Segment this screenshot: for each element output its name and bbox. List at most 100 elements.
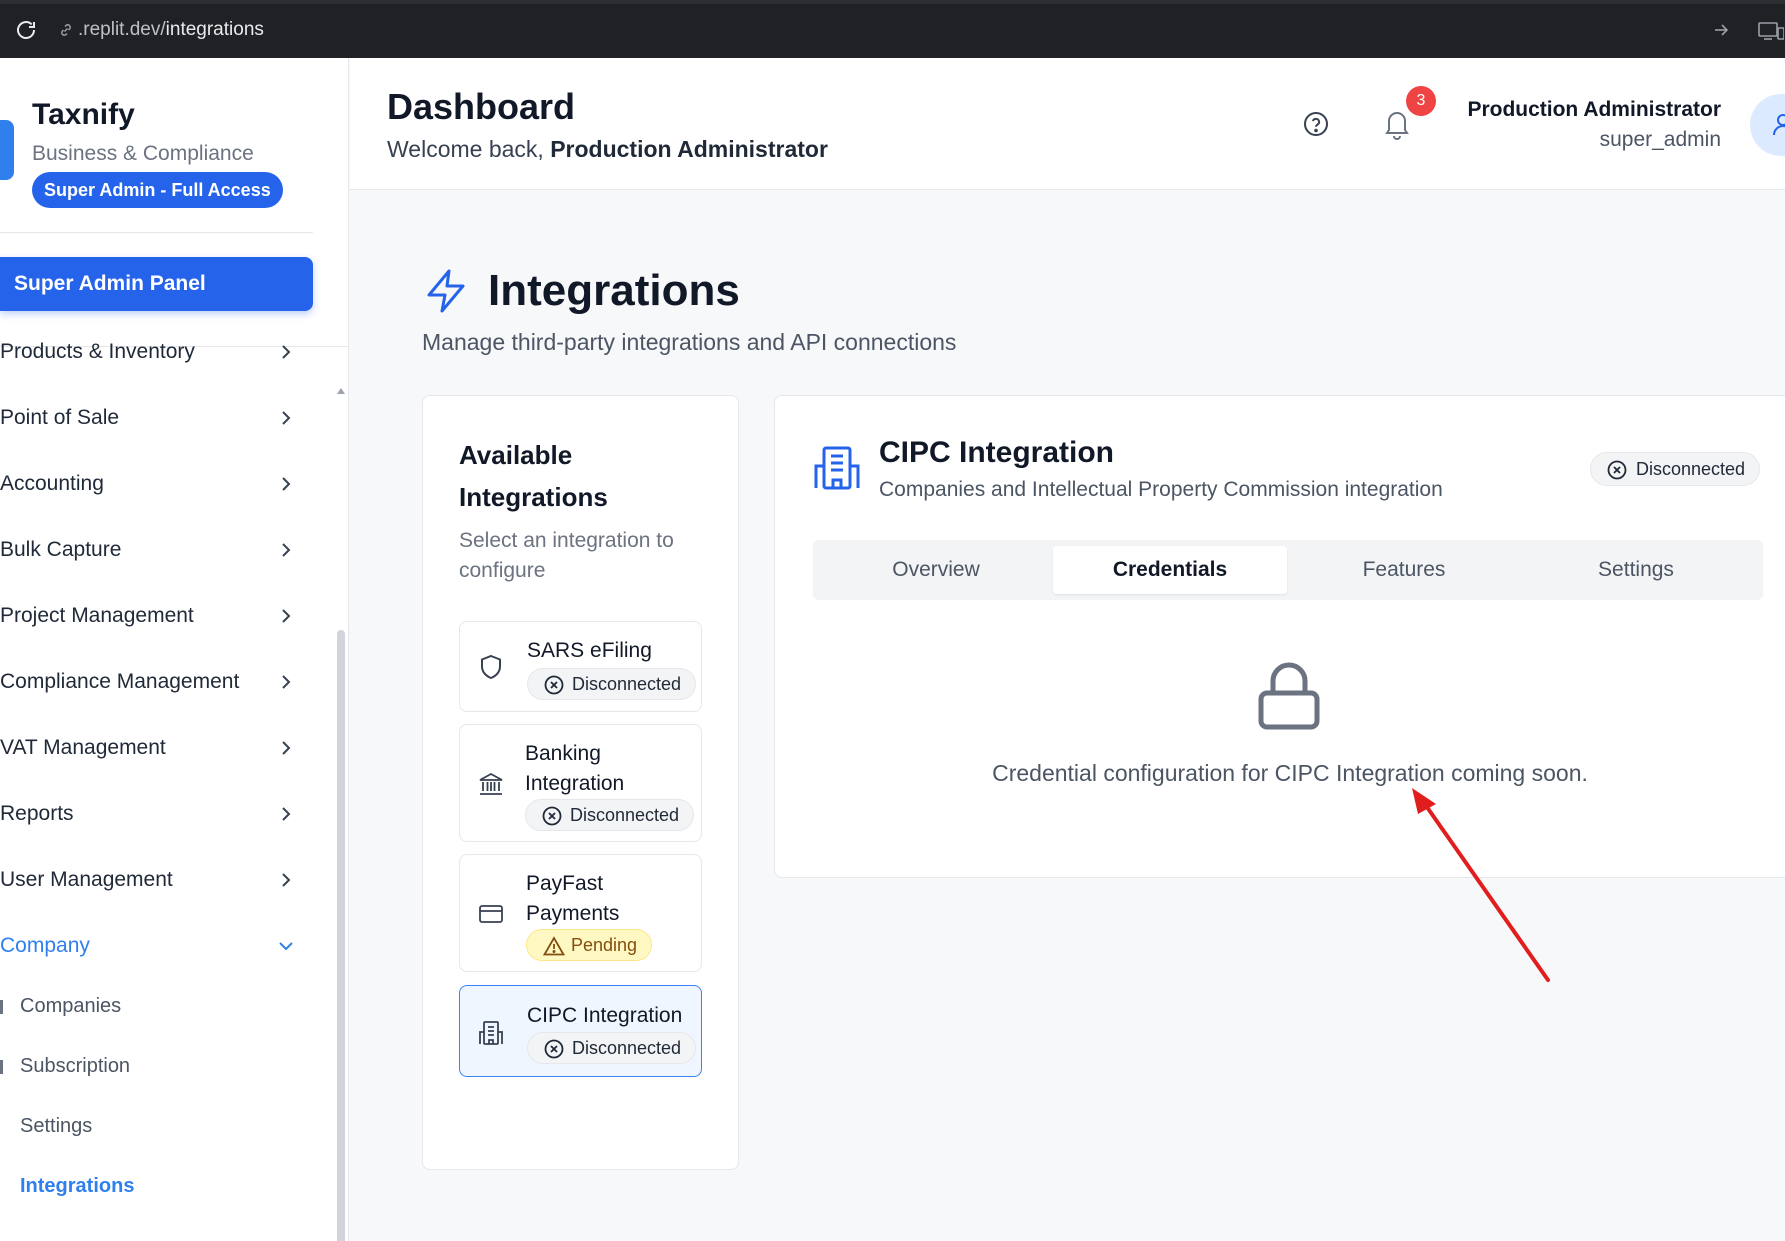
sidebar-divider <box>0 232 313 233</box>
status-label: Disconnected <box>572 674 682 694</box>
user-role: super_admin <box>1599 128 1721 151</box>
welcome-user-name: Production Administrator <box>550 136 828 162</box>
integration-item-payfast[interactable]: PayFast Payments Pending <box>459 854 702 972</box>
sidebar-item-label: VAT Management <box>0 736 166 759</box>
building-icon <box>479 1021 503 1045</box>
credit-card-icon <box>479 905 503 923</box>
tab-overview[interactable]: Overview <box>819 546 1053 594</box>
sidebar-item-accounting[interactable]: Accounting <box>0 464 300 504</box>
sidebar-item-user-management[interactable]: User Management <box>0 860 300 900</box>
super-admin-panel-button[interactable]: Super Admin Panel <box>0 257 313 311</box>
tab-features[interactable]: Features <box>1287 546 1521 594</box>
tab-settings[interactable]: Settings <box>1519 546 1753 594</box>
integration-detail-card: CIPC Integration Companies and Intellect… <box>774 395 1785 878</box>
tab-strip-edge <box>0 0 1785 4</box>
sidebar-subitem-label: Settings <box>20 1115 93 1137</box>
building-icon <box>814 446 860 490</box>
bank-icon <box>479 772 503 795</box>
status-label: Disconnected <box>570 805 680 825</box>
scroll-up-arrow[interactable] <box>337 388 345 394</box>
sidebar-item-products-inventory[interactable]: Products & Inventory <box>0 332 300 372</box>
sidebar-subitem-companies[interactable]: Companies <box>0 988 300 1024</box>
brand-name: Taxnify <box>32 98 135 131</box>
subitem-marker <box>0 1060 3 1074</box>
sidebar-subitem-label: Subscription <box>20 1055 131 1077</box>
chevron-right-icon <box>282 741 291 755</box>
chevron-right-icon <box>282 609 291 623</box>
page-title: Dashboard <box>387 86 576 127</box>
warning-icon <box>543 936 565 956</box>
x-circle-icon <box>544 1039 564 1059</box>
welcome-message: Welcome back, Production Administrator <box>387 136 828 163</box>
available-integrations-subtitle: Select an integration to configure <box>459 529 674 582</box>
sidebar-item-label: Reports <box>0 802 74 825</box>
welcome-prefix: Welcome back, <box>387 136 551 162</box>
x-circle-icon <box>544 675 564 695</box>
integrations-title: Integrations <box>488 266 740 315</box>
available-integrations-title: Available Integrations <box>459 440 608 512</box>
address-bar[interactable] <box>52 13 1742 49</box>
status-badge: Disconnected <box>527 668 697 700</box>
url-text[interactable]: .replit.dev/integrations <box>78 19 264 41</box>
sidebar-item-vat-management[interactable]: VAT Management <box>0 728 300 768</box>
sidebar-item-label: User Management <box>0 868 173 891</box>
integration-name: SARS eFiling <box>527 639 652 662</box>
chevron-right-icon <box>282 477 291 491</box>
status-badge: Disconnected <box>525 799 695 831</box>
chevron-right-icon <box>282 675 291 689</box>
chevron-down-icon <box>279 942 293 951</box>
status-label: Disconnected <box>572 1038 682 1058</box>
sidebar: Taxnify Business & Compliance Super Admi… <box>0 58 349 1241</box>
devices-icon[interactable] <box>1758 20 1784 42</box>
sidebar-subitem-label: Companies <box>20 995 122 1017</box>
integration-item-banking[interactable]: Banking Integration Disconnected <box>459 724 702 842</box>
reload-icon[interactable] <box>14 18 38 42</box>
help-icon[interactable] <box>1302 110 1330 138</box>
sidebar-subitem-integrations[interactable]: Integrations <box>0 1168 300 1204</box>
sidebar-item-label: Project Management <box>0 604 194 627</box>
x-circle-icon <box>542 806 562 826</box>
arrow-right-icon[interactable] <box>1712 21 1730 39</box>
link-icon <box>61 24 71 36</box>
annotation-arrow <box>1412 788 1550 982</box>
integrations-subtitle: Manage third-party integrations and API … <box>422 329 957 355</box>
lock-icon <box>1258 662 1320 730</box>
chevron-right-icon <box>282 411 291 425</box>
sidebar-item-company[interactable]: Company <box>0 926 300 966</box>
integration-item-cipc[interactable]: CIPC Integration Disconnected <box>459 985 702 1077</box>
sidebar-item-project-management[interactable]: Project Management <box>0 596 300 636</box>
chevron-right-icon <box>282 807 291 821</box>
notification-count-badge: 3 <box>1406 86 1436 116</box>
shield-icon <box>481 654 501 680</box>
lightning-bolt-icon <box>427 269 465 313</box>
sidebar-item-point-of-sale[interactable]: Point of Sale <box>0 398 300 438</box>
avatar[interactable] <box>1750 94 1785 156</box>
integration-name: CIPC Integration <box>527 1004 683 1027</box>
tab-credentials[interactable]: Credentials <box>1053 546 1287 594</box>
bell-icon[interactable] <box>1380 106 1414 140</box>
subitem-marker <box>0 1000 3 1014</box>
sidebar-item-label: Company <box>0 934 90 957</box>
chevron-right-icon <box>282 345 291 359</box>
sidebar-item-label: Point of Sale <box>0 406 120 429</box>
sidebar-subitem-subscription[interactable]: Subscription <box>0 1048 300 1084</box>
detail-title: CIPC Integration <box>879 436 1115 469</box>
user-icon <box>1773 114 1785 136</box>
sidebar-item-bulk-capture[interactable]: Bulk Capture <box>0 530 300 570</box>
status-badge: Pending <box>526 929 653 961</box>
role-badge: Super Admin - Full Access <box>32 172 283 208</box>
status-label: Disconnected <box>1636 459 1746 479</box>
detail-subtitle: Companies and Intellectual Property Comm… <box>879 478 1443 501</box>
sidebar-scrollbar-thumb[interactable] <box>337 630 345 1241</box>
brand-subtitle: Business & Compliance <box>32 142 254 165</box>
sidebar-item-compliance-management[interactable]: Compliance Management <box>0 662 300 702</box>
status-badge: Disconnected <box>527 1032 697 1064</box>
sidebar-item-reports[interactable]: Reports <box>0 794 300 834</box>
user-display-name: Production Administrator <box>1467 98 1721 121</box>
integration-item-sars-efiling[interactable]: SARS eFiling Disconnected <box>459 621 702 712</box>
status-badge: Disconnected <box>1590 452 1761 486</box>
sidebar-item-label: Bulk Capture <box>0 538 122 561</box>
sidebar-subitem-settings[interactable]: Settings <box>0 1108 300 1144</box>
integration-name: Banking Integration <box>525 742 625 795</box>
available-integrations-card: Available Integrations Select an integra… <box>422 395 739 1170</box>
